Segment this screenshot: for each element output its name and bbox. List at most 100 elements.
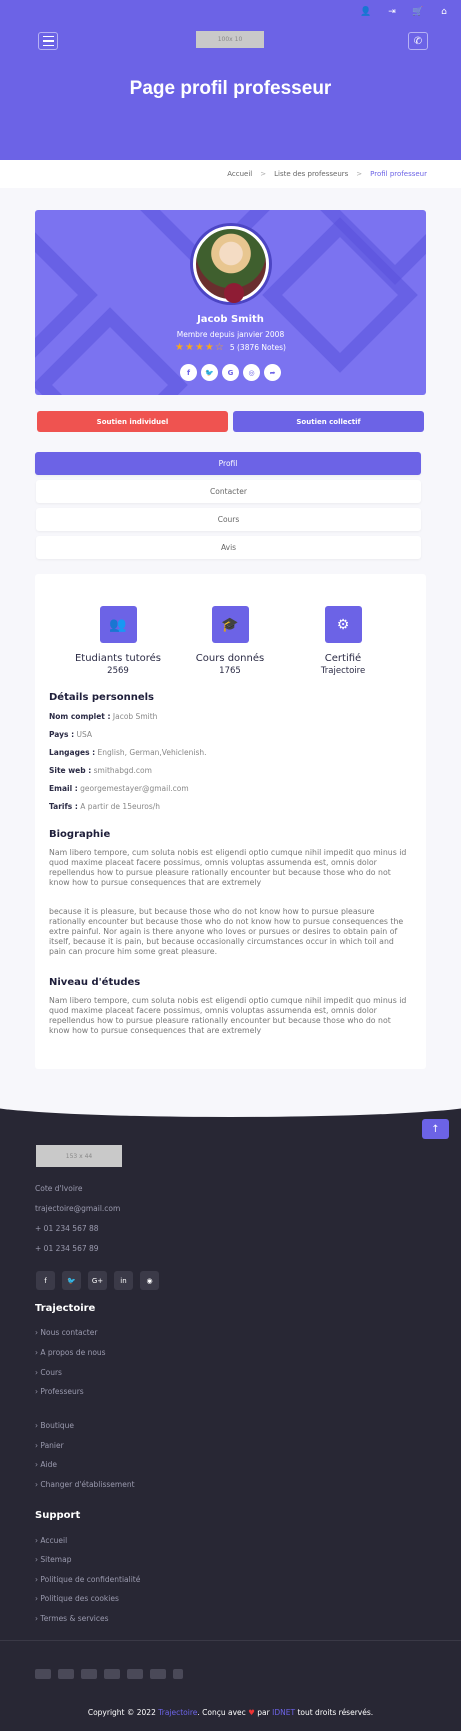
- footer-link[interactable]: › Nous contacter: [35, 1328, 97, 1337]
- footer-email[interactable]: trajectoire@gmail.com: [35, 1204, 120, 1213]
- detail-website: Site web : smithabgd.com: [49, 766, 152, 775]
- page-header: 100x 10 ✆ Page profil professeur: [0, 24, 461, 160]
- students-icon: 👥: [99, 606, 137, 643]
- brand-link[interactable]: Trajectoire: [158, 1708, 197, 1717]
- footer-link[interactable]: › Professeurs: [35, 1387, 84, 1396]
- phone-icon[interactable]: ✆: [408, 32, 428, 50]
- twitter-icon[interactable]: 🐦: [62, 1271, 81, 1290]
- wallet-icon: [173, 1669, 183, 1679]
- education-text: Nam libero tempore, cum soluta nobis est…: [49, 996, 407, 1035]
- paypal-icon: [127, 1669, 143, 1679]
- profile-socials: f 🐦 G ◎ ➦: [35, 364, 426, 381]
- footer-divider: [0, 1640, 461, 1641]
- tab-contacter[interactable]: Contacter: [36, 480, 421, 503]
- author-link[interactable]: IDNET: [272, 1708, 295, 1717]
- stat-value: Trajectoire: [320, 666, 366, 676]
- stat-certified: ⚙ Certifié Trajectoire: [283, 606, 403, 676]
- top-bar: 👤 ⇥ 🛒 ⌂: [0, 0, 461, 24]
- education-title: Niveau d'études: [49, 977, 141, 988]
- share-icon[interactable]: ➦: [264, 364, 281, 381]
- graduation-cap-icon: 🎓: [211, 606, 249, 643]
- footer-link[interactable]: › Politique des cookies: [35, 1594, 119, 1603]
- footer-link[interactable]: › Aide: [35, 1460, 57, 1469]
- biography-title: Biographie: [49, 829, 111, 840]
- page-title: Page profil professeur: [129, 78, 332, 99]
- biography-text-2: because it is pleasure, but because thos…: [49, 907, 404, 956]
- details-title: Détails personnels: [49, 692, 154, 703]
- footer-link[interactable]: › Changer d'établissement: [35, 1480, 135, 1489]
- footer-logo[interactable]: 153 x 44: [36, 1145, 122, 1167]
- certificate-icon: ⚙: [324, 606, 362, 643]
- website-link[interactable]: smithabgd.com: [94, 766, 152, 775]
- member-since: Membre depuis janvier 2008: [176, 330, 285, 339]
- avatar: [193, 226, 269, 303]
- star-rating-icon: ★★★★☆: [175, 342, 225, 353]
- amex-icon: [35, 1669, 51, 1679]
- email-link[interactable]: georgemestayer@gmail.com: [80, 784, 189, 793]
- stat-label: Etudiants tutorés: [74, 653, 162, 664]
- cart-icon[interactable]: 🛒: [407, 3, 429, 21]
- footer-link[interactable]: › A propos de nous: [35, 1348, 106, 1357]
- footer-link[interactable]: › Termes & services: [35, 1614, 108, 1623]
- google-icon[interactable]: G: [222, 364, 239, 381]
- breadcrumb-current: Profil professeur: [370, 170, 427, 178]
- detail-email: Email : georgemestayer@gmail.com: [49, 784, 189, 793]
- profile-name: Jacob Smith: [197, 314, 264, 325]
- footer-link[interactable]: › Politique de confidentialité: [35, 1575, 140, 1584]
- footer-country: Cote d'Ivoire: [35, 1184, 83, 1193]
- footer-phone-2[interactable]: + 01 234 567 89: [35, 1244, 99, 1253]
- google-plus-icon[interactable]: G+: [88, 1271, 107, 1290]
- footer-link[interactable]: › Accueil: [35, 1536, 67, 1545]
- stat-label: Certifié: [324, 653, 362, 664]
- footer-link[interactable]: › Panier: [35, 1441, 64, 1450]
- chevron-right-icon: >: [260, 170, 267, 178]
- credit-card-icon: [81, 1669, 97, 1679]
- stat-value: 2569: [107, 666, 129, 676]
- rating: ★★★★☆ 5 (3876 Notes): [35, 342, 426, 353]
- detail-languages: Langages : English, German,Vehiclenish.: [49, 748, 207, 757]
- dribbble-icon[interactable]: ◎: [243, 364, 260, 381]
- breadcrumb: Accueil > Liste des professeurs > Profil…: [0, 160, 461, 188]
- twitter-icon[interactable]: 🐦: [201, 364, 218, 381]
- visa-icon: [58, 1669, 74, 1679]
- footer-trajectoire-title: Trajectoire: [35, 1303, 96, 1314]
- collective-support-button[interactable]: Soutien collectif: [233, 411, 424, 432]
- breadcrumb-teachers[interactable]: Liste des professeurs: [274, 170, 348, 178]
- detail-country: Pays : USA: [49, 730, 93, 739]
- tab-cours[interactable]: Cours: [36, 508, 421, 531]
- footer-link[interactable]: › Boutique: [35, 1421, 74, 1430]
- footer-link[interactable]: › Cours: [35, 1368, 62, 1377]
- stat-students: 👥 Etudiants tutorés 2569: [58, 606, 178, 676]
- stat-value: 1765: [219, 666, 241, 676]
- tab-avis[interactable]: Avis: [36, 536, 421, 559]
- back-to-top-button[interactable]: ↑: [422, 1119, 449, 1139]
- linkedin-icon[interactable]: in: [114, 1271, 133, 1290]
- breadcrumb-home[interactable]: Accueil: [227, 170, 252, 178]
- footer-phone[interactable]: + 01 234 567 88: [35, 1224, 99, 1233]
- facebook-icon[interactable]: f: [180, 364, 197, 381]
- heart-icon: ♥: [248, 1708, 255, 1717]
- footer: ↑ 153 x 44 Cote d'Ivoire trajectoire@gma…: [0, 1089, 461, 1731]
- detail-name: Nom complet : Jacob Smith: [49, 712, 158, 721]
- copyright: Copyright © 2022 Trajectoire. Conçu avec…: [87, 1708, 374, 1717]
- rating-text: 5 (3876 Notes): [229, 343, 286, 352]
- chevron-right-icon: >: [356, 170, 363, 178]
- sign-in-icon[interactable]: ⇥: [381, 3, 403, 21]
- site-logo[interactable]: 100x 10: [196, 31, 264, 48]
- home-icon[interactable]: ⌂: [433, 3, 455, 21]
- stat-courses: 🎓 Cours donnés 1765: [170, 606, 290, 676]
- detail-rates: Tarifs : A partir de 15euros/h: [49, 802, 161, 811]
- user-icon[interactable]: 👤: [355, 3, 377, 21]
- menu-button[interactable]: [38, 32, 58, 50]
- mastercard-icon: [104, 1669, 120, 1679]
- footer-link[interactable]: › Sitemap: [35, 1555, 71, 1564]
- biography-text: Nam libero tempore, cum soluta nobis est…: [49, 848, 407, 887]
- profile-info-panel: 👥 Etudiants tutorés 2569 🎓 Cours donnés …: [35, 574, 426, 1069]
- stripe-icon: [150, 1669, 166, 1679]
- tab-profil[interactable]: Profil: [35, 452, 421, 475]
- individual-support-button[interactable]: Soutien individuel: [37, 411, 228, 432]
- footer-support-title: Support: [35, 1510, 81, 1521]
- facebook-icon[interactable]: f: [36, 1271, 55, 1290]
- stat-label: Cours donnés: [195, 653, 265, 664]
- github-icon[interactable]: ◉: [140, 1271, 159, 1290]
